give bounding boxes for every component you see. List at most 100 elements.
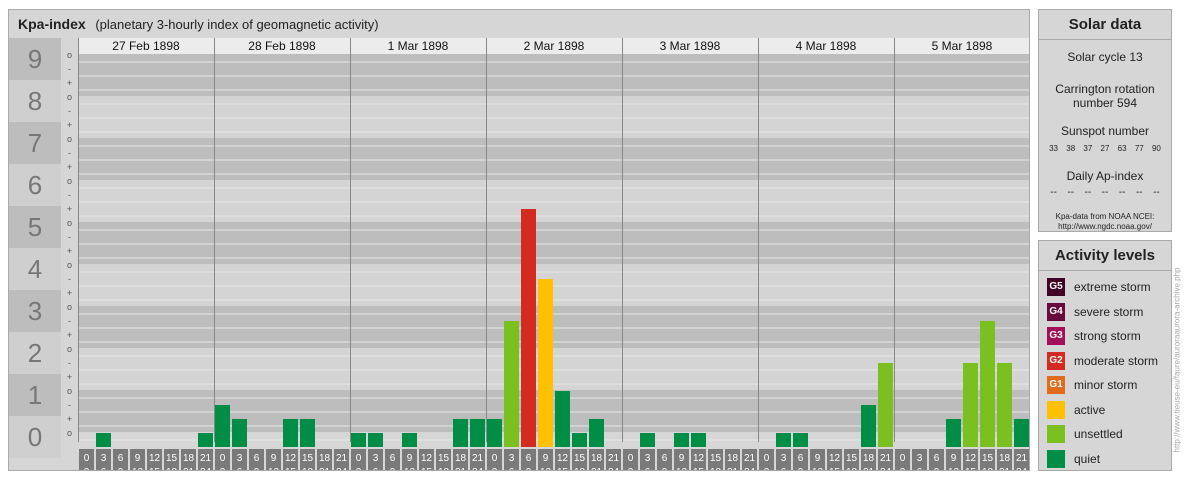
interval-end-label: 3 <box>628 467 634 470</box>
interval-start-label: 0 <box>84 453 90 464</box>
interval-end-label: 3 <box>220 467 226 470</box>
interval-start-label: 12 <box>421 453 433 464</box>
source-url: http://www.ngdc.noaa.gov/ <box>1058 222 1152 231</box>
interval-start-label: 18 <box>319 453 331 464</box>
sunspot-value: 90 <box>1151 144 1161 153</box>
interval-end-label: 24 <box>744 467 756 470</box>
interval-start-label: 0 <box>900 453 906 464</box>
sunspot-value: 33 <box>1049 144 1059 153</box>
interval-end-label: 21 <box>455 467 467 470</box>
interval-start-label: 3 <box>781 453 787 464</box>
interval-start-label: 6 <box>118 453 124 464</box>
solar-cycle: Solar cycle 13 <box>1067 50 1143 64</box>
interval-start-label: 21 <box>336 453 348 464</box>
interval-start-label: 12 <box>693 453 705 464</box>
interval-end-label: 9 <box>390 467 396 470</box>
interval-start-label: 3 <box>509 453 515 464</box>
interval-start-label: 9 <box>951 453 957 464</box>
interval-end-label: 12 <box>948 467 960 470</box>
legend-item: G5 extreme storm <box>1039 275 1171 300</box>
interval-end-label: 3 <box>84 467 90 470</box>
interval-end-label: 6 <box>237 467 243 470</box>
ap-index-title: Daily Ap-index <box>1066 169 1144 183</box>
interval-start-label: 18 <box>999 453 1011 464</box>
interval-end-label: 15 <box>693 467 705 470</box>
interval-start-label: 9 <box>679 453 685 464</box>
legend-item: G1 minor storm <box>1039 373 1171 398</box>
legend-item: quiet <box>1039 447 1171 472</box>
interval-end-label: 9 <box>526 467 532 470</box>
interval-end-label: 15 <box>829 467 841 470</box>
data-source: Kpa-data from NOAA NCEI: http://www.ngdc… <box>1039 212 1171 232</box>
kp-bar <box>776 433 791 447</box>
interval-start-label: 21 <box>1016 453 1028 464</box>
interval-end-label: 12 <box>676 467 688 470</box>
kp-bar <box>215 405 230 447</box>
legend-swatch: G1 <box>1047 376 1065 395</box>
kp-bar <box>691 433 706 447</box>
legend-item: active <box>1039 398 1171 423</box>
interval-end-label: 6 <box>101 467 107 470</box>
legend-item: G3 strong storm <box>1039 324 1171 349</box>
interval-start-label: 9 <box>815 453 821 464</box>
kpa-chart-panel: Kpa-index (planetary 3-hourly index of g… <box>8 9 1030 471</box>
ap-value: -- <box>1067 187 1075 198</box>
legend-swatch: G3 <box>1047 327 1065 346</box>
ap-value: -- <box>1135 187 1143 198</box>
interval-start-label: 6 <box>390 453 396 464</box>
interval-end-label: 6 <box>917 467 923 470</box>
interval-start-label: 18 <box>455 453 467 464</box>
day-label: 28 Feb 1898 <box>248 39 316 53</box>
legend-label: severe storm <box>1074 304 1144 319</box>
interval-start-label: 15 <box>438 453 450 464</box>
interval-start-label: 9 <box>135 453 141 464</box>
interval-start-label: 21 <box>472 453 484 464</box>
interval-start-label: 0 <box>356 453 362 464</box>
kp-bar <box>521 208 536 447</box>
interval-start-label: 15 <box>166 453 178 464</box>
day-label: 1 Mar 1898 <box>388 39 449 53</box>
watermark: http://www.tieuse-eu/faure/auroraaurora-… <box>1172 245 1182 475</box>
interval-end-label: 6 <box>645 467 651 470</box>
interval-end-label: 18 <box>302 467 314 470</box>
interval-start-label: 0 <box>764 453 770 464</box>
interval-start-label: 0 <box>628 453 634 464</box>
interval-end-label: 12 <box>268 467 280 470</box>
carrington-line-1: Carrington rotation <box>1055 82 1155 96</box>
interval-start-label: 9 <box>407 453 413 464</box>
interval-start-label: 9 <box>271 453 277 464</box>
interval-end-label: 12 <box>540 467 552 470</box>
interval-end-label: 9 <box>798 467 804 470</box>
legend-item: G4 severe storm <box>1039 300 1171 325</box>
kp-bar <box>946 418 961 447</box>
interval-start-label: 21 <box>880 453 892 464</box>
interval-start-label: 18 <box>591 453 603 464</box>
interval-end-label: 21 <box>319 467 331 470</box>
carrington-line-2: number 594 <box>1072 96 1138 110</box>
sunspot-value: 63 <box>1117 144 1127 153</box>
kp-bar <box>793 433 808 447</box>
legend-label: active <box>1074 402 1106 417</box>
interval-end-label: 15 <box>285 467 297 470</box>
interval-start-label: 3 <box>645 453 651 464</box>
day-label: 2 Mar 1898 <box>524 39 585 53</box>
kp-bar <box>487 418 502 447</box>
interval-end-label: 21 <box>727 467 739 470</box>
interval-start-label: 18 <box>727 453 739 464</box>
kp-bar <box>300 418 315 447</box>
kp-bar <box>572 433 587 447</box>
legend-label: extreme storm <box>1074 280 1151 295</box>
kp-bar <box>980 321 995 447</box>
kp-bar <box>640 433 655 447</box>
sunspot-value: 77 <box>1134 144 1144 153</box>
interval-start-label: 12 <box>285 453 297 464</box>
legend-label: unsettled <box>1074 427 1123 442</box>
ap-value: -- <box>1101 187 1109 198</box>
interval-start-label: 3 <box>373 453 379 464</box>
legend-swatch <box>1047 400 1065 419</box>
activity-levels-title: Activity levels <box>1039 241 1171 271</box>
interval-start-label: 9 <box>543 453 549 464</box>
interval-end-label: 3 <box>356 467 362 470</box>
interval-start-label: 0 <box>492 453 498 464</box>
interval-end-label: 9 <box>254 467 260 470</box>
